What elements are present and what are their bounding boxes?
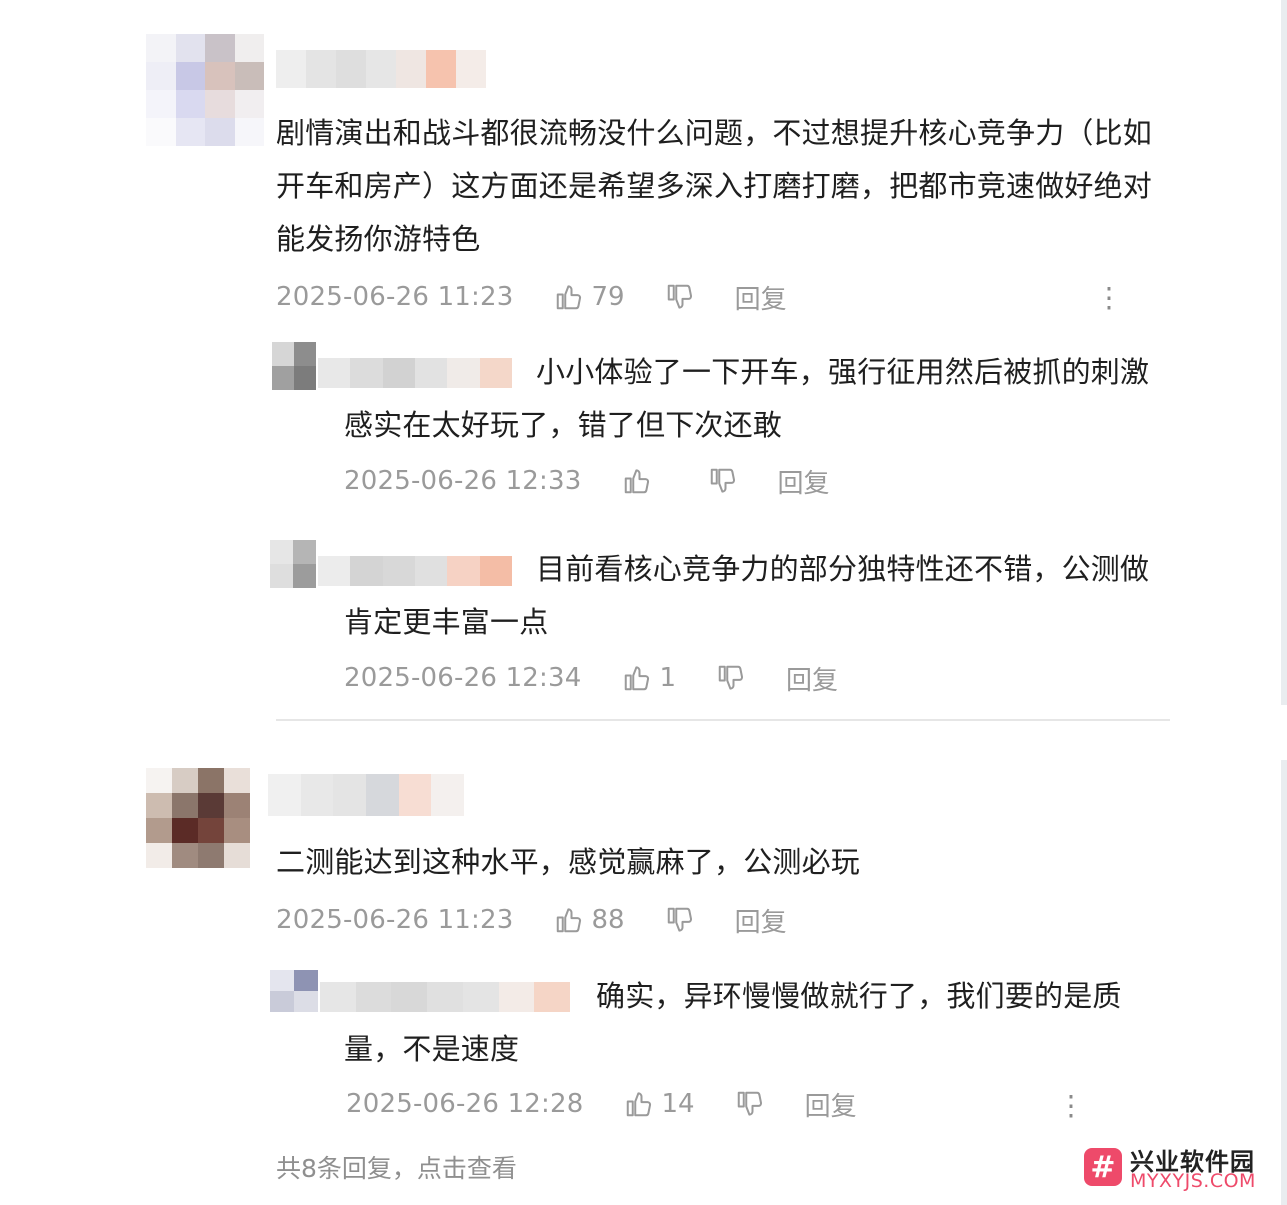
reply-avatar[interactable]: [270, 540, 316, 588]
username[interactable]: [276, 50, 486, 88]
watermark: # 兴业软件园 MYXYJS.COM: [1084, 1144, 1280, 1196]
scroll-edge: [1281, 0, 1287, 705]
reply-avatar[interactable]: [270, 970, 318, 1012]
thumb-down-icon[interactable]: [708, 466, 738, 496]
like-count: 1: [659, 663, 677, 693]
reply-meta: 2025-06-26 12:33 回复: [344, 462, 830, 500]
comment-meta: 2025-06-26 11:23 79 回复: [276, 278, 787, 316]
timestamp: 2025-06-26 12:28: [346, 1089, 584, 1119]
comment-meta: 2025-06-26 11:23 88 回复: [276, 901, 787, 939]
like-count: 14: [661, 1089, 695, 1119]
reply-button[interactable]: 回复: [778, 463, 830, 500]
thumb-down-icon[interactable]: [665, 905, 695, 935]
reply-button[interactable]: 回复: [735, 279, 787, 316]
more-vertical-icon[interactable]: ⋮: [1095, 284, 1123, 312]
timestamp: 2025-06-26 11:23: [276, 282, 514, 312]
reply-avatar[interactable]: [272, 342, 316, 390]
thumb-up-icon[interactable]: [554, 905, 584, 935]
username[interactable]: [268, 774, 464, 816]
scroll-edge: [1281, 760, 1287, 1205]
thumb-up-icon[interactable]: [622, 466, 652, 496]
like-count: 79: [591, 282, 625, 312]
timestamp: 2025-06-26 12:34: [344, 663, 582, 693]
reply-text: 确实，异环慢慢做就行了，我们要的是质量，不是速度: [344, 979, 1122, 1066]
thumb-down-icon[interactable]: [735, 1089, 765, 1119]
avatar[interactable]: [146, 768, 250, 868]
watermark-logo-icon: #: [1084, 1148, 1122, 1186]
reply-meta: 2025-06-26 12:34 1 回复: [344, 659, 838, 697]
comment-text: 二测能达到这种水平，感觉赢麻了，公测必玩: [276, 845, 861, 879]
thumb-down-icon[interactable]: [665, 282, 695, 312]
thumb-up-icon[interactable]: [624, 1089, 654, 1119]
like-count: 88: [591, 905, 625, 935]
timestamp: 2025-06-26 12:33: [344, 466, 582, 496]
thumb-down-icon[interactable]: [716, 663, 746, 693]
view-more-replies-link[interactable]: 共8条回复，点击查看: [276, 1149, 517, 1185]
reply-meta: 2025-06-26 12:28 14 回复: [346, 1085, 857, 1123]
reply-button[interactable]: 回复: [805, 1086, 857, 1123]
reply-text: 小小体验了一下开车，强行征用然后被抓的刺激感实在太好玩了，错了但下次还敢: [344, 355, 1150, 442]
reply-button[interactable]: 回复: [786, 660, 838, 697]
thumb-up-icon[interactable]: [622, 663, 652, 693]
avatar[interactable]: [146, 34, 264, 146]
timestamp: 2025-06-26 11:23: [276, 905, 514, 935]
comment-text: 剧情演出和战斗都很流畅没什么问题，不过想提升核心竞争力（比如开车和房产）这方面还…: [276, 116, 1153, 256]
more-vertical-icon[interactable]: ⋮: [1057, 1092, 1085, 1120]
reply-text: 目前看核心竞争力的部分独特性还不错，公测做肯定更丰富一点: [344, 552, 1150, 639]
thumb-up-icon[interactable]: [554, 282, 584, 312]
comment-divider: [276, 719, 1170, 721]
reply-button[interactable]: 回复: [735, 902, 787, 939]
watermark-url: MYXYJS.COM: [1130, 1170, 1256, 1192]
